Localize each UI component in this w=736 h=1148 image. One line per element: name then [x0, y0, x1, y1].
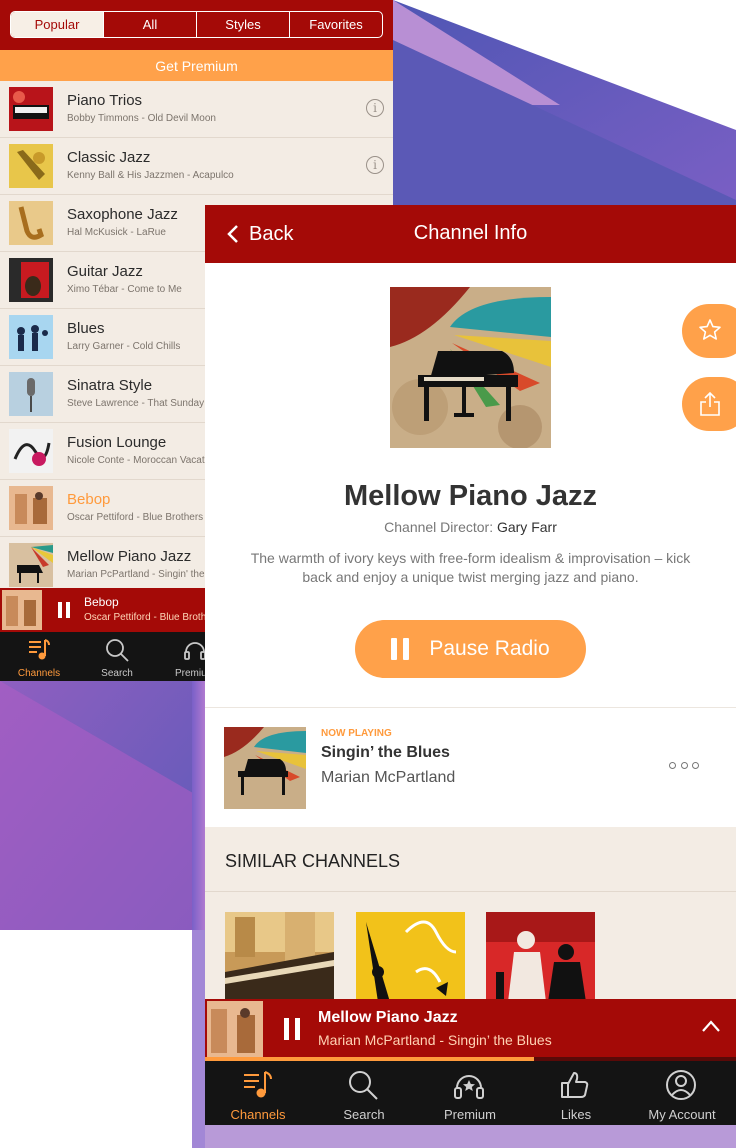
get-premium-button[interactable]: Get Premium: [0, 50, 393, 81]
channel-description: The warmth of ivory keys with free-form …: [250, 550, 691, 585]
thumbs-up-icon: [561, 1072, 589, 1098]
mini-player-title: Bebop: [84, 595, 119, 609]
channel-title: Blues: [67, 320, 105, 337]
divider: [205, 707, 736, 708]
channel-subtitle: Nicole Conte - Moroccan Vacation: [67, 455, 218, 466]
tab-likes[interactable]: Likes: [523, 1061, 629, 1125]
info-icon[interactable]: i: [366, 99, 384, 117]
channel-thumbnail-sinatra-style: [9, 372, 53, 416]
similar-channel-card[interactable]: [225, 912, 334, 1002]
channel-subtitle: Ximo Tébar - Come to Me: [67, 284, 182, 295]
search-icon: [106, 639, 129, 662]
tab-label: My Account: [648, 1107, 716, 1122]
tab-premium[interactable]: Premium: [417, 1061, 523, 1125]
player-subtitle: Marian McPartland - Singin’ the Blues: [318, 1032, 552, 1048]
pause-button[interactable]: [57, 602, 71, 618]
channels-icon: [29, 639, 50, 660]
list-item[interactable]: Piano Trios Bobby Timmons - Old Devil Mo…: [0, 81, 393, 138]
tab-label: Channels: [17, 668, 61, 679]
tab-label: Search: [101, 668, 133, 679]
share-button[interactable]: [682, 377, 736, 431]
channel-title: Fusion Lounge: [67, 434, 167, 451]
channels-icon: [244, 1071, 272, 1098]
account-icon: [666, 1070, 696, 1100]
similar-channel-card[interactable]: [356, 912, 465, 1002]
channel-director: Channel Director: Gary Farr: [205, 519, 736, 535]
premium-icon: [184, 642, 206, 660]
pause-radio-label: Pause Radio: [429, 637, 550, 660]
more-options-icon[interactable]: [669, 762, 699, 772]
channel-thumbnail-guitar-jazz: [9, 258, 53, 302]
now-playing-artist: Marian McPartland: [321, 769, 456, 786]
channel-info-screen: Back Channel Info Mellow Piano Jazz Chan…: [205, 205, 736, 1125]
channel-thumbnail-piano-trios: [9, 87, 53, 131]
channel-title: Saxophone Jazz: [67, 206, 178, 223]
channel-subtitle: Hal McKusick - LaRue: [67, 227, 166, 238]
channel-subtitle: Kenny Ball & His Jazzmen - Acapulco: [67, 170, 234, 181]
channel-thumbnail-fusion-lounge: [9, 429, 53, 473]
channel-title: Sinatra Style: [67, 377, 153, 394]
channel-thumbnail-mellow-piano-jazz: [9, 543, 53, 587]
mini-player-subtitle: Oscar Pettiford - Blue Brothers: [84, 612, 221, 623]
segmented-control: Popular All Styles Favorites: [10, 11, 383, 38]
player-thumbnail: [207, 1001, 263, 1057]
channel-subtitle: Larry Garner - Cold Chills: [67, 341, 181, 352]
segment-styles[interactable]: Styles: [196, 12, 289, 37]
channel-thumbnail-saxophone-jazz: [9, 201, 53, 245]
now-playing-artwork: [224, 727, 306, 809]
now-playing-thumbnail: [2, 590, 42, 630]
channel-title: Bebop: [67, 491, 111, 508]
list-item[interactable]: Classic Jazz Kenny Ball & His Jazzmen - …: [0, 138, 393, 195]
director-name: Gary Farr: [496, 519, 557, 535]
channel-thumbnail-classic-jazz: [9, 144, 53, 188]
now-playing-title: Singin’ the Blues: [321, 744, 450, 761]
player-title: Mellow Piano Jazz: [318, 1009, 458, 1026]
star-icon: [699, 319, 721, 340]
tab-channels[interactable]: Channels: [205, 1061, 311, 1125]
channel-subtitle: Bobby Timmons - Old Devil Moon: [67, 113, 216, 124]
tab-bar: Channels Search Premium Likes My Account: [205, 1061, 736, 1125]
pause-icon: [391, 638, 410, 660]
channel-title: Mellow Piano Jazz: [67, 548, 192, 565]
tab-label: Search: [343, 1107, 385, 1122]
segment-bar: Popular All Styles Favorites: [0, 0, 393, 50]
navigation-bar: Back Channel Info: [205, 205, 736, 263]
similar-channel-card[interactable]: [486, 912, 595, 1002]
chevron-up-icon[interactable]: [701, 1019, 721, 1033]
tab-label: Premium: [443, 1107, 496, 1122]
channel-title: Classic Jazz: [67, 149, 151, 166]
tab-channels[interactable]: Channels: [0, 632, 78, 681]
channel-title: Piano Trios: [67, 92, 143, 109]
info-icon[interactable]: i: [366, 156, 384, 174]
channel-thumbnail-blues: [9, 315, 53, 359]
share-icon: [700, 391, 720, 416]
search-icon: [349, 1071, 378, 1100]
tab-search[interactable]: Search: [311, 1061, 417, 1125]
premium-icon: [454, 1075, 484, 1099]
tab-my-account[interactable]: My Account: [629, 1061, 735, 1125]
favorite-button[interactable]: [682, 304, 736, 358]
pause-radio-button[interactable]: Pause Radio: [355, 620, 586, 678]
now-playing-bar[interactable]: Mellow Piano Jazz Marian McPartland - Si…: [205, 999, 736, 1057]
channel-thumbnail-bebop: [9, 486, 53, 530]
tab-label: Channels: [230, 1107, 286, 1122]
channel-subtitle: Steve Lawrence - That Sunday: [67, 398, 205, 409]
section-title: SIMILAR CHANNELS: [225, 851, 401, 871]
director-label: Channel Director:: [384, 519, 494, 535]
page-title: Channel Info: [413, 222, 528, 244]
segment-popular[interactable]: Popular: [11, 12, 103, 37]
channel-title: Guitar Jazz: [67, 263, 143, 280]
channel-name: Mellow Piano Jazz: [344, 480, 597, 512]
now-playing-label: NOW PLAYING: [321, 728, 392, 739]
tab-search[interactable]: Search: [78, 632, 156, 681]
pause-button[interactable]: [283, 1018, 301, 1040]
segment-favorites[interactable]: Favorites: [289, 12, 382, 37]
tab-label: Likes: [560, 1107, 592, 1122]
divider: [205, 891, 736, 892]
segment-all[interactable]: All: [103, 12, 196, 37]
channel-subtitle: Oscar Pettiford - Blue Brothers: [67, 512, 204, 523]
channel-cover-art: [390, 287, 551, 448]
